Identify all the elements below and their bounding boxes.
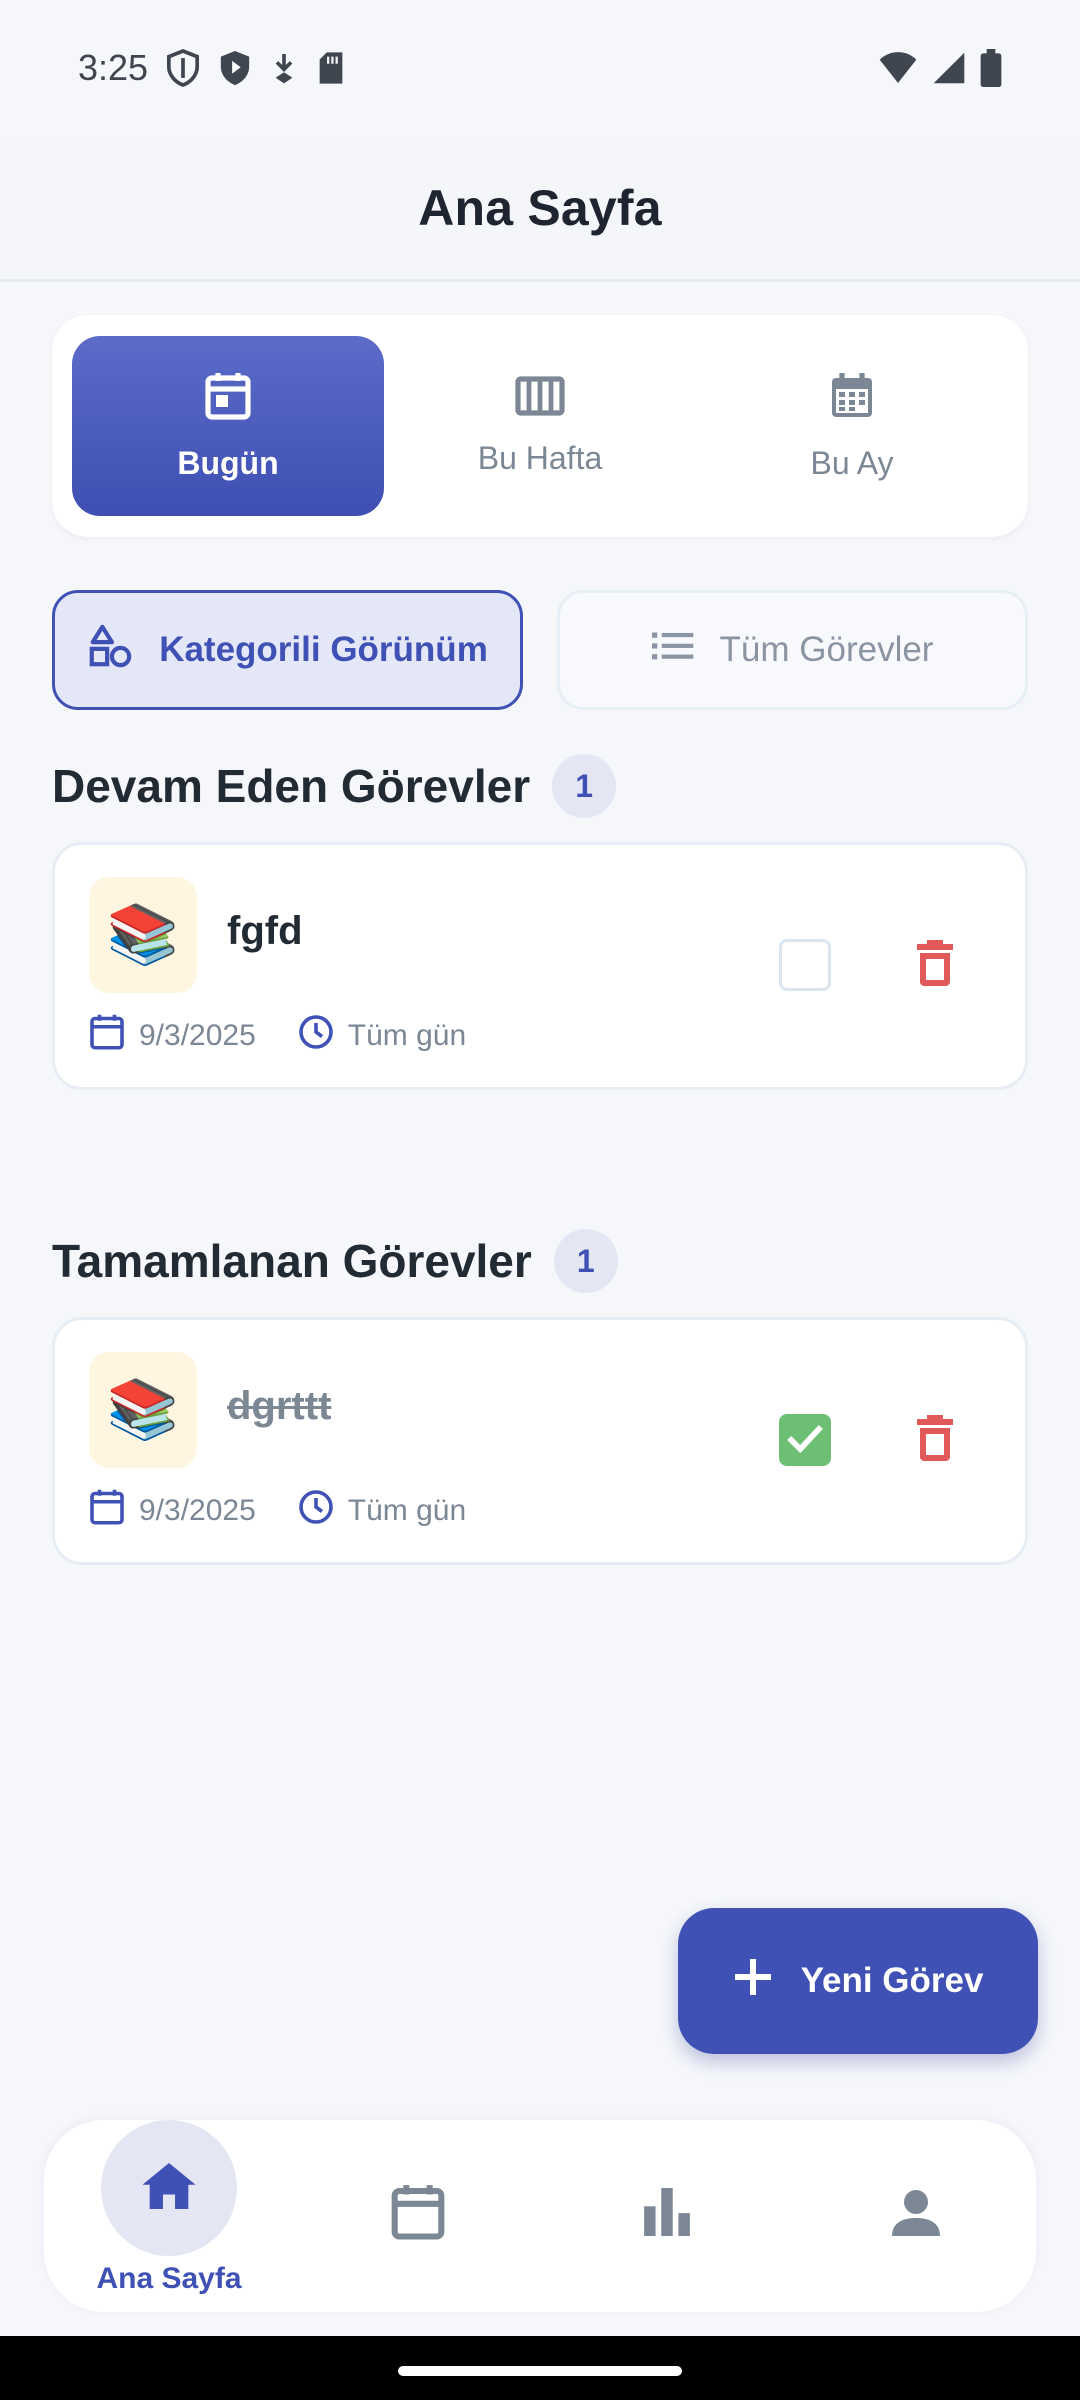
trash-icon	[915, 1413, 955, 1468]
task-title: dgrttt	[227, 1384, 332, 1428]
category-icon	[87, 623, 133, 678]
calendar-icon	[89, 1013, 125, 1059]
check-icon	[786, 1423, 824, 1458]
all-tasks-button[interactable]: Tüm Görevler	[557, 590, 1028, 710]
new-task-button[interactable]: Yeni Görev	[678, 1908, 1038, 2054]
task-complete-checkbox[interactable]	[779, 1414, 831, 1466]
task-date: 9/3/2025	[139, 1019, 256, 1052]
screen: 3:25 Ana Sayfa Bugün Bu Hafta Bu Ay Kate…	[0, 0, 1080, 2400]
task-card[interactable]: 📚 fgfd 9/3/2025 Tüm gün	[52, 842, 1028, 1090]
delete-task-button[interactable]	[905, 933, 965, 997]
task-time: Tüm gün	[347, 1019, 467, 1052]
ongoing-section-header: Devam Eden Görevler 1	[52, 754, 617, 818]
task-title: fgfd	[227, 909, 303, 953]
task-date: 9/3/2025	[139, 1494, 256, 1527]
calendar-icon	[390, 2182, 446, 2247]
task-time: Tüm gün	[347, 1494, 467, 1527]
books-icon: 📚	[89, 1352, 197, 1468]
task-complete-checkbox[interactable]	[779, 939, 831, 991]
nav-home[interactable]: Ana Sayfa	[69, 2120, 269, 2312]
nav-statistics[interactable]	[567, 2120, 767, 2312]
person-icon	[892, 2188, 940, 2241]
new-task-label: Yeni Görev	[800, 1961, 984, 2000]
period-selector: Bugün Bu Hafta Bu Ay	[52, 315, 1028, 537]
calendar-month-icon	[828, 371, 876, 429]
tab-today-label: Bugün	[177, 444, 279, 481]
status-bar: 3:25	[0, 0, 1080, 136]
calendar-icon	[89, 1488, 125, 1534]
nav-profile[interactable]	[816, 2120, 1016, 2312]
tab-this-week[interactable]: Bu Hafta	[384, 336, 696, 516]
tab-today[interactable]: Bugün	[72, 336, 384, 516]
battery-icon	[980, 49, 1002, 87]
bottom-navigation: Ana Sayfa	[44, 2120, 1036, 2312]
tab-this-month[interactable]: Bu Ay	[696, 336, 1008, 516]
delete-task-button[interactable]	[905, 1408, 965, 1472]
status-time: 3:25	[78, 47, 149, 88]
task-card[interactable]: 📚 dgrttt 9/3/2025 Tüm gün	[52, 1317, 1028, 1565]
sd-card-icon	[316, 51, 346, 85]
categorized-view-button[interactable]: Kategorili Görünüm	[52, 590, 523, 710]
task-meta: 9/3/2025 Tüm gün	[89, 1488, 466, 1534]
bar-chart-icon	[644, 2187, 690, 2241]
completed-count-badge: 1	[553, 1229, 618, 1293]
view-week-icon	[515, 375, 565, 424]
trash-icon	[915, 938, 955, 993]
task-emoji: 📚	[106, 902, 180, 967]
calendar-today-icon	[204, 371, 252, 429]
page-title: Ana Sayfa	[418, 179, 662, 236]
task-emoji: 📚	[106, 1377, 180, 1442]
home-icon	[140, 2160, 198, 2217]
view-toggle: Kategorili Görünüm Tüm Görevler	[52, 590, 1028, 710]
download-icon	[270, 51, 298, 85]
nav-home-label: Ana Sayfa	[96, 2262, 242, 2295]
system-gesture-bar	[0, 2336, 1080, 2400]
shield-play-icon	[218, 49, 252, 87]
signal-icon	[932, 51, 966, 85]
list-icon	[651, 630, 694, 670]
home-gesture-handle[interactable]	[398, 2366, 682, 2376]
nav-calendar[interactable]	[318, 2120, 518, 2312]
all-tasks-label: Tüm Görevler	[719, 630, 934, 669]
completed-section-title: Tamamlanan Görevler	[52, 1235, 532, 1287]
shield-outline-icon	[166, 49, 200, 87]
tab-this-week-label: Bu Hafta	[477, 439, 603, 476]
app-header: Ana Sayfa	[0, 136, 1080, 282]
clock-icon	[298, 1014, 334, 1058]
books-icon: 📚	[89, 877, 197, 993]
task-meta: 9/3/2025 Tüm gün	[89, 1013, 466, 1059]
plus-icon	[733, 1957, 773, 2006]
completed-section-header: Tamamlanan Görevler 1	[52, 1229, 618, 1293]
categorized-view-label: Kategorili Görünüm	[159, 630, 488, 669]
tab-this-month-label: Bu Ay	[810, 444, 894, 481]
ongoing-section-title: Devam Eden Görevler	[52, 760, 531, 812]
ongoing-count-badge: 1	[552, 754, 617, 818]
wifi-icon	[878, 51, 918, 85]
clock-icon	[298, 1489, 334, 1533]
